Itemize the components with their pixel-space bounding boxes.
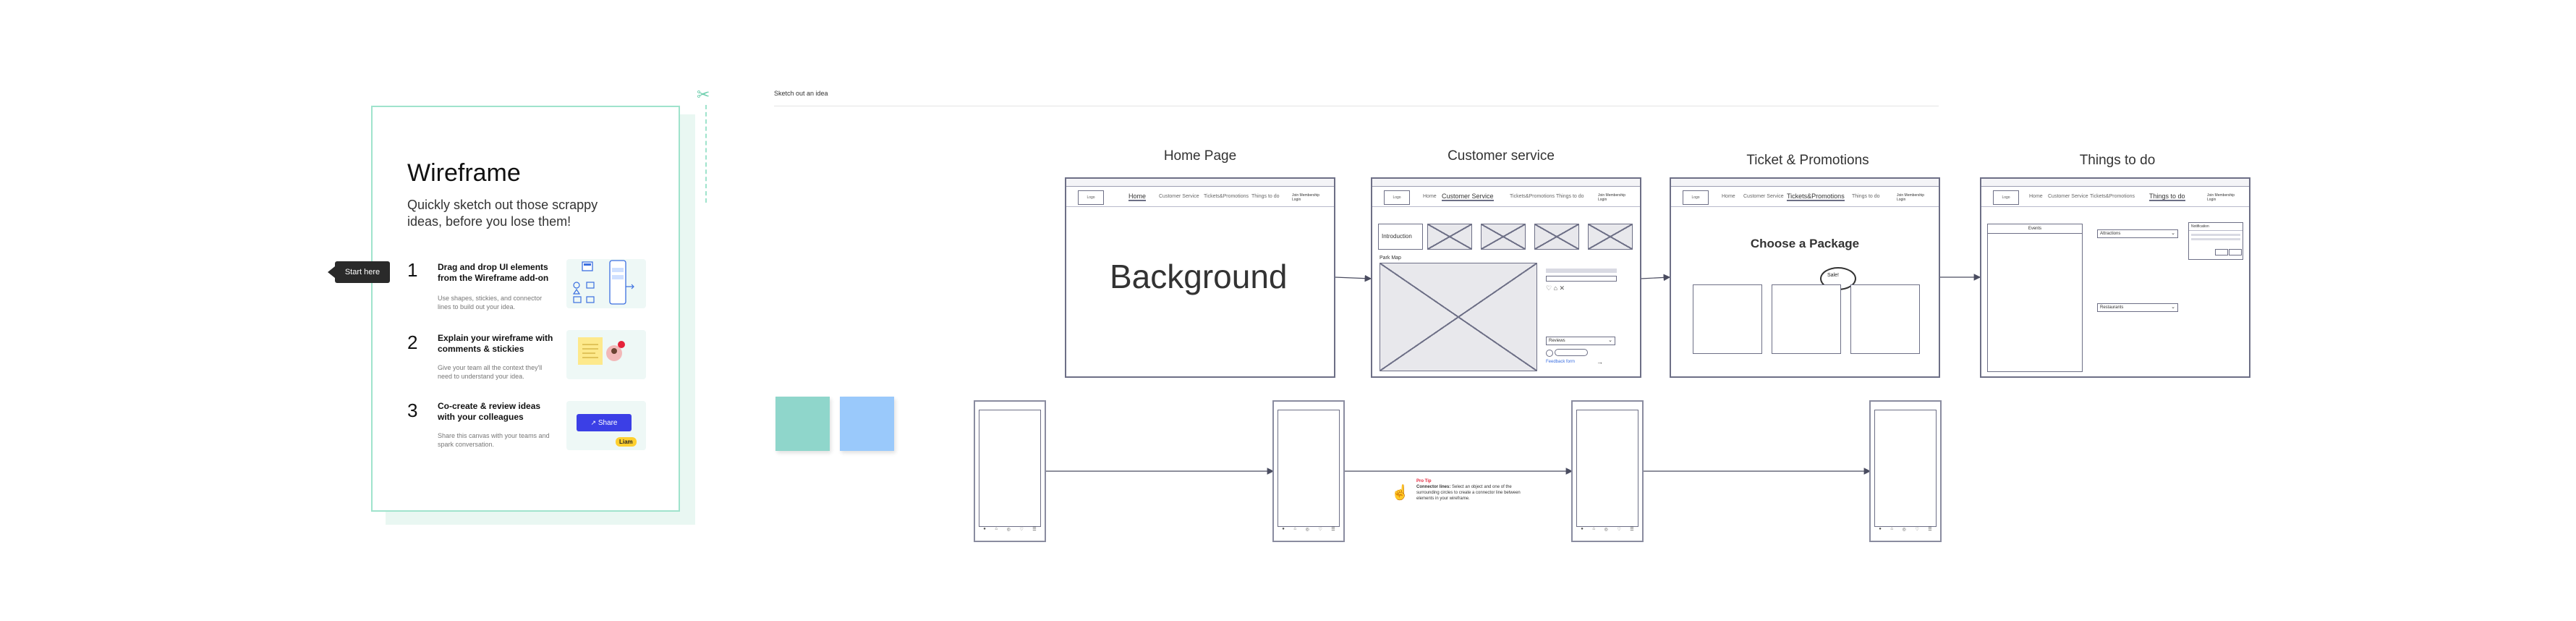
frame-title-things-to-do: Things to do bbox=[2079, 153, 2156, 168]
pro-tip-title: Connector lines: bbox=[1416, 485, 1451, 489]
phone-screen bbox=[1874, 410, 1937, 527]
radio-option[interactable] bbox=[1546, 350, 1553, 357]
nav-bar: Logo Home Customer Service Tickets&Promo… bbox=[1372, 187, 1640, 207]
nav-customer-service[interactable]: Customer Service bbox=[1159, 194, 1199, 199]
phone-tab-bar: ● ⌂ ◎ ♡ ☰ bbox=[1282, 527, 1335, 532]
logo-placeholder: Logo bbox=[1683, 190, 1709, 205]
attractions-dropdown-label: Attractions bbox=[2100, 232, 2121, 236]
notification-popup: Notification bbox=[2188, 222, 2243, 260]
intro-box: Introduction bbox=[1378, 224, 1423, 250]
feedback-link[interactable]: Feedback form bbox=[1546, 360, 1575, 364]
browser-bar bbox=[1372, 179, 1640, 187]
sticky-note-teal[interactable] bbox=[775, 397, 830, 451]
logo-placeholder: Logo bbox=[1993, 190, 2019, 205]
image-placeholder bbox=[1427, 224, 1472, 250]
nav-things-to-do[interactable]: Things to do bbox=[1556, 194, 1584, 199]
text-line bbox=[1546, 269, 1617, 273]
image-placeholder bbox=[1481, 224, 1526, 250]
reviews-dropdown-label: Reviews bbox=[1549, 339, 1565, 343]
nav-bar: Logo Home Customer Service Tickets&Promo… bbox=[1671, 187, 1939, 207]
nav-home[interactable]: Home bbox=[1128, 193, 1147, 201]
browser-bar bbox=[1066, 179, 1334, 187]
hero-headline: Background bbox=[1110, 258, 1288, 295]
wireframe-home-page[interactable]: Logo Home Customer Service Tickets&Promo… bbox=[1065, 177, 1335, 378]
image-placeholder bbox=[1534, 224, 1579, 250]
account-links[interactable]: Join Membership Login bbox=[1598, 193, 1634, 202]
account-links[interactable]: Join Membership Login bbox=[1292, 193, 1328, 202]
restaurants-dropdown[interactable]: Restaurants ⌄ bbox=[2097, 303, 2178, 312]
chevron-down-icon: ⌄ bbox=[1608, 338, 1612, 343]
arrow-right-icon: → bbox=[1597, 358, 1603, 366]
frame-title-home: Home Page bbox=[1163, 148, 1237, 164]
phone-tab-bar: ● ⌂ ◎ ♡ ☰ bbox=[1879, 527, 1932, 532]
wireframe-things-to-do[interactable]: Logo Home Customer Service Tickets&Promo… bbox=[1980, 177, 2250, 378]
phone-tab-bar: ● ⌂ ◎ ♡ ☰ bbox=[1581, 527, 1634, 532]
pro-tip: Pro Tip Connector lines: Select an objec… bbox=[1416, 478, 1532, 502]
reaction-icons: ♡ ⌂ ✕ bbox=[1546, 284, 1565, 292]
text-line bbox=[2191, 234, 2240, 236]
account-links[interactable]: Join Membership Login bbox=[1897, 193, 1933, 202]
rating-row bbox=[1546, 276, 1617, 282]
popup-button[interactable] bbox=[2215, 249, 2228, 255]
nav-customer-service[interactable]: Customer Service bbox=[1743, 194, 1784, 199]
restaurants-dropdown-label: Restaurants bbox=[2100, 305, 2124, 310]
browser-bar bbox=[1981, 179, 2249, 187]
phone-screen bbox=[1278, 410, 1340, 527]
phone-screen bbox=[1576, 410, 1638, 527]
phone-screen bbox=[979, 410, 1041, 527]
frame-title-tickets: Ticket & Promotions bbox=[1746, 153, 1869, 168]
browser-bar bbox=[1671, 179, 1939, 187]
nav-tickets[interactable]: Tickets&Promotions bbox=[1510, 194, 1555, 199]
phone-tab-bar: ● ⌂ ◎ ♡ ☰ bbox=[983, 527, 1037, 532]
account-links[interactable]: Join Membership Login bbox=[2207, 193, 2243, 202]
chevron-down-icon: ⌄ bbox=[2171, 305, 2175, 310]
frame-title-customer-service: Customer service bbox=[1448, 148, 1555, 164]
nav-customer-service[interactable]: Customer Service bbox=[1442, 193, 1494, 201]
map-label: Park Map bbox=[1380, 255, 1401, 261]
mobile-wireframe[interactable]: ● ⌂ ◎ ♡ ☰ bbox=[1571, 400, 1644, 542]
mobile-wireframe[interactable]: ● ⌂ ◎ ♡ ☰ bbox=[974, 400, 1046, 542]
nav-home[interactable]: Home bbox=[2029, 194, 2043, 199]
nav-tickets[interactable]: Tickets&Promotions bbox=[2090, 194, 2135, 199]
nav-tickets[interactable]: Tickets&Promotions bbox=[1787, 193, 1845, 201]
nav-bar: Logo Home Customer Service Tickets&Promo… bbox=[1066, 187, 1334, 207]
mobile-wireframe[interactable]: ● ⌂ ◎ ♡ ☰ bbox=[1272, 400, 1345, 542]
package-card[interactable] bbox=[1772, 284, 1841, 354]
events-sidebar-header: Events bbox=[1988, 224, 2082, 234]
pro-tip-label: Pro Tip bbox=[1416, 479, 1432, 483]
nav-tickets[interactable]: Tickets&Promotions bbox=[1204, 194, 1249, 199]
package-card[interactable] bbox=[1693, 284, 1762, 354]
chevron-down-icon: ⌄ bbox=[2171, 231, 2175, 236]
wireframe-customer-service[interactable]: Logo Home Customer Service Tickets&Promo… bbox=[1371, 177, 1641, 378]
nav-bar: Logo Home Customer Service Tickets&Promo… bbox=[1981, 187, 2249, 207]
attractions-dropdown[interactable]: Attractions ⌄ bbox=[2097, 229, 2178, 238]
image-placeholder bbox=[1588, 224, 1633, 250]
popup-button[interactable] bbox=[2229, 249, 2242, 255]
package-heading: Choose a Package bbox=[1750, 237, 1860, 250]
package-card[interactable] bbox=[1850, 284, 1920, 354]
logo-placeholder: Logo bbox=[1078, 190, 1104, 205]
nav-things-to-do[interactable]: Things to do bbox=[1251, 194, 1280, 199]
mobile-wireframe[interactable]: ● ⌂ ◎ ♡ ☰ bbox=[1869, 400, 1942, 542]
nav-things-to-do[interactable]: Things to do bbox=[2149, 193, 2185, 201]
events-sidebar: Events bbox=[1987, 224, 2083, 372]
wireframe-ticket-promotions[interactable]: Logo Home Customer Service Tickets&Promo… bbox=[1670, 177, 1940, 378]
park-map-placeholder bbox=[1380, 263, 1537, 371]
hand-pointer-icon: ☝ bbox=[1391, 485, 1409, 501]
notification-title: Notification bbox=[2189, 223, 2243, 231]
text-line bbox=[2191, 238, 2240, 240]
nav-customer-service[interactable]: Customer Service bbox=[2048, 194, 2088, 199]
logo-placeholder: Logo bbox=[1384, 190, 1410, 205]
sticky-note-blue[interactable] bbox=[840, 397, 894, 451]
nav-home[interactable]: Home bbox=[1722, 194, 1735, 199]
nav-home[interactable]: Home bbox=[1423, 194, 1437, 199]
submit-button[interactable] bbox=[1555, 349, 1588, 356]
nav-things-to-do[interactable]: Things to do bbox=[1852, 194, 1880, 199]
reviews-dropdown[interactable]: Reviews ⌄ bbox=[1546, 337, 1615, 345]
